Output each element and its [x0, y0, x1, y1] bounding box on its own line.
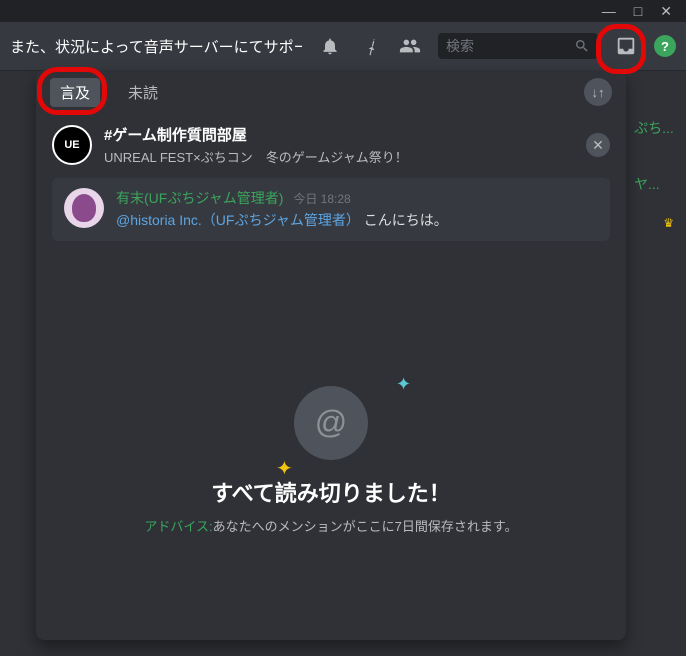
server-avatar: UE: [52, 125, 92, 165]
inbox-panel: 言及 未読 ↓↑ UE #ゲーム制作質問部屋 UNREAL FEST×ぷちコン …: [36, 70, 626, 640]
search-icon: [574, 38, 590, 54]
empty-title: すべて読み切りました！: [211, 476, 451, 508]
sort-button[interactable]: ↓↑: [584, 78, 612, 106]
channel-name[interactable]: #ゲーム制作質問部屋: [104, 124, 574, 145]
server-name: UNREAL FEST×ぷちコン 冬のゲームジャム祭り！: [104, 147, 574, 166]
channel-topic: また、状況によって音声サーバーにてサポートい...: [10, 36, 302, 57]
notifications-icon[interactable]: [318, 34, 342, 58]
help-icon[interactable]: ?: [654, 35, 676, 57]
sparkle-icon: ✦: [396, 374, 411, 395]
member-item[interactable]: ぷち...: [634, 118, 682, 138]
window-maximize[interactable]: □: [634, 4, 642, 18]
search-input[interactable]: 検索: [438, 33, 598, 59]
inbox-icon[interactable]: [614, 34, 638, 58]
search-placeholder: 検索: [446, 36, 574, 56]
empty-subtitle: アドバイス:あなたへのメンションがここに7日間保存されます。: [144, 516, 517, 535]
at-icon: @: [294, 386, 368, 460]
inbox-tabs: 言及 未読 ↓↑: [36, 70, 626, 114]
message-timestamp: 今日 18:28: [293, 192, 350, 206]
window-titlebar: — □ ✕: [0, 0, 686, 22]
message-content: @historia Inc.（UFぷちジャム管理者） こんにちは。: [116, 211, 598, 231]
empty-state: ✦ ✦ @ すべて読み切りました！ アドバイス:あなたへのメンションがここに7日…: [36, 386, 626, 535]
mention-link[interactable]: @historia Inc.（UFぷちジャム管理者）: [116, 212, 360, 228]
window-close[interactable]: ✕: [660, 4, 672, 18]
members-icon[interactable]: [398, 34, 422, 58]
channel-header: UE #ゲーム制作質問部屋 UNREAL FEST×ぷちコン 冬のゲームジャム祭…: [36, 114, 626, 172]
sparkle-icon: ✦: [276, 456, 293, 481]
pin-icon[interactable]: [358, 34, 382, 58]
crown-icon: ♛: [663, 216, 674, 230]
dismiss-button[interactable]: ✕: [586, 133, 610, 157]
header: また、状況によって音声サーバーにてサポートい... 検索 ?: [0, 22, 686, 70]
member-list-partial: ぷち... ヤ...: [634, 118, 682, 194]
message-item[interactable]: 有末(UFぷちジャム管理者) 今日 18:28 @historia Inc.（U…: [52, 178, 610, 241]
member-item[interactable]: ヤ...: [634, 174, 682, 194]
message-author[interactable]: 有末(UFぷちジャム管理者): [116, 190, 283, 206]
tab-mentions[interactable]: 言及: [50, 78, 100, 107]
window-minimize[interactable]: —: [602, 4, 616, 18]
tab-unread[interactable]: 未読: [118, 78, 168, 107]
user-avatar[interactable]: [64, 188, 104, 228]
